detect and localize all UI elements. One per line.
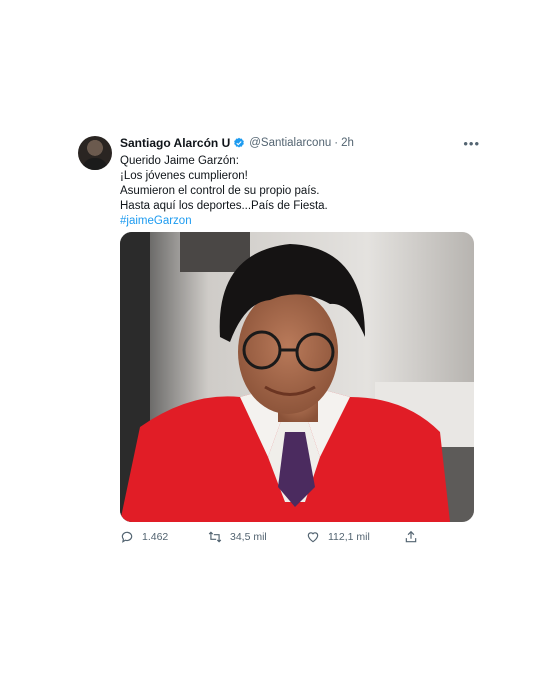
retweet-button[interactable]: 34,5 mil [208, 530, 267, 544]
avatar-shirt [82, 158, 108, 170]
author-name[interactable]: Santiago Alarcón U [120, 136, 230, 150]
tweet-text-line: Hasta aquí los deportes...País de Fiesta… [120, 200, 328, 212]
portrait-photo [120, 232, 474, 522]
share-icon [405, 530, 417, 543]
reply-icon [121, 531, 133, 543]
retweet-count: 34,5 mil [230, 531, 267, 543]
reply-button[interactable]: 1.462 [120, 530, 168, 544]
tweet-actions: 1.462 34,5 mil 112,1 mil [120, 530, 420, 546]
reply-count: 1.462 [142, 531, 169, 543]
tweet-text-line: ¡Los jóvenes cumplieron! [120, 170, 248, 182]
separator-dot: · [334, 137, 339, 149]
author-handle[interactable]: @Santialarconu [249, 137, 331, 149]
like-button[interactable]: 112,1 mil [306, 530, 370, 544]
share-button[interactable] [404, 530, 426, 544]
like-count: 112,1 mil [328, 531, 370, 543]
tweet-text-line: Querido Jaime Garzón: [120, 155, 239, 167]
tweet-timestamp[interactable]: 2h [341, 137, 354, 149]
author-avatar[interactable] [78, 136, 112, 170]
tweet-photo[interactable] [120, 232, 474, 522]
tweet-header: Santiago Alarcón U @Santialarconu · 2h [120, 136, 354, 150]
hashtag-link[interactable]: #jaimeGarzon [120, 214, 328, 229]
more-options-icon[interactable]: ••• [463, 136, 480, 151]
tweet-text-line: Asumieron el control de su propio país. [120, 185, 320, 197]
heart-icon [307, 532, 319, 543]
retweet-icon [208, 531, 222, 543]
tweet-text: Querido Jaime Garzón: ¡Los jóvenes cumpl… [120, 154, 328, 229]
verified-badge-icon [234, 137, 245, 148]
